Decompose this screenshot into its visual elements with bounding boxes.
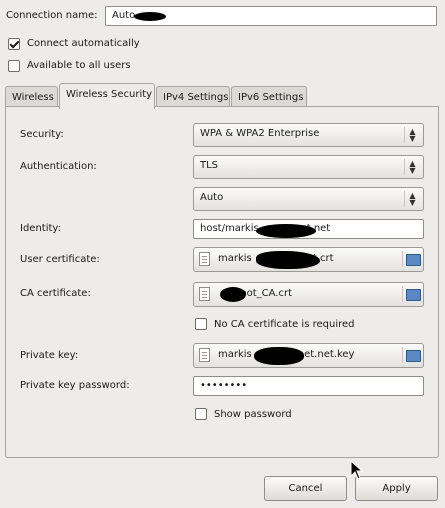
private-key-password-value: ••••••••	[200, 380, 248, 391]
document-icon	[199, 348, 210, 362]
private-key-label: Private key:	[20, 350, 79, 361]
user-certificate-label: User certificate:	[20, 254, 100, 265]
updown-arrows-icon: ▲ ▼	[404, 191, 420, 207]
wireless-security-panel: Security: WPA & WPA2 Enterprise ▲ ▼ Authe…	[5, 106, 439, 458]
authentication-select-value: TLS	[200, 160, 219, 171]
show-password-checkbox[interactable]	[195, 408, 207, 420]
updown-arrows-icon: ▲ ▼	[404, 127, 420, 143]
connection-name-label: Connection name:	[6, 10, 98, 21]
no-ca-certificate-checkbox[interactable]	[195, 318, 207, 330]
redaction-mark	[134, 12, 166, 21]
tab-wireless-security-label: Wireless Security	[66, 89, 153, 100]
available-all-users-label: Available to all users	[27, 60, 131, 71]
connect-automatically-checkbox[interactable]	[8, 38, 20, 50]
redaction-mark	[220, 287, 246, 302]
redaction-mark	[256, 224, 316, 238]
connection-name-value: Auto	[112, 10, 136, 21]
private-key-password-label: Private key password:	[20, 380, 130, 391]
updown-arrows-icon: ▲ ▼	[404, 159, 420, 175]
private-key-value: markis	[218, 349, 252, 360]
private-key-value-tail: net.net.key	[297, 349, 355, 360]
auth-method-select[interactable]: Auto ▲ ▼	[193, 187, 424, 211]
security-select-value: WPA & WPA2 Enterprise	[200, 128, 320, 139]
redaction-mark	[256, 251, 320, 269]
security-select[interactable]: WPA & WPA2 Enterprise ▲ ▼	[193, 123, 424, 147]
authentication-select[interactable]: TLS ▲ ▼	[193, 155, 424, 179]
redaction-mark	[254, 347, 304, 365]
connect-automatically-label: Connect automatically	[27, 38, 140, 49]
tab-ipv6-settings-label: IPv6 Settings	[238, 92, 304, 103]
cancel-button[interactable]: Cancel	[264, 476, 347, 501]
tab-ipv4-settings-label: IPv4 Settings	[163, 92, 229, 103]
no-ca-certificate-label: No CA certificate is required	[214, 319, 355, 330]
auth-method-select-value: Auto	[200, 192, 224, 203]
security-label: Security:	[20, 129, 64, 140]
cancel-button-label: Cancel	[288, 483, 323, 494]
private-key-chooser[interactable]: markis net.net.key	[193, 343, 424, 368]
identity-label: Identity:	[20, 223, 61, 234]
mouse-pointer-icon	[350, 460, 364, 480]
show-password-label: Show password	[214, 409, 292, 420]
apply-button-label: Apply	[382, 483, 411, 494]
tab-wireless-security[interactable]: Wireless Security	[59, 83, 155, 109]
private-key-password-input[interactable]: ••••••••	[193, 376, 424, 396]
tab-wireless-label: Wireless	[12, 92, 54, 103]
identity-value: host/markis	[200, 223, 259, 234]
user-certificate-value: markis	[218, 253, 252, 264]
apply-button[interactable]: Apply	[355, 476, 438, 501]
document-icon	[199, 287, 210, 301]
document-icon	[199, 252, 210, 266]
folder-icon[interactable]	[402, 286, 421, 302]
folder-icon[interactable]	[402, 347, 421, 363]
available-all-users-checkbox[interactable]	[8, 60, 20, 72]
folder-icon[interactable]	[402, 251, 421, 267]
ca-certificate-label: CA certificate:	[20, 288, 91, 299]
authentication-label: Authentication:	[20, 161, 97, 172]
